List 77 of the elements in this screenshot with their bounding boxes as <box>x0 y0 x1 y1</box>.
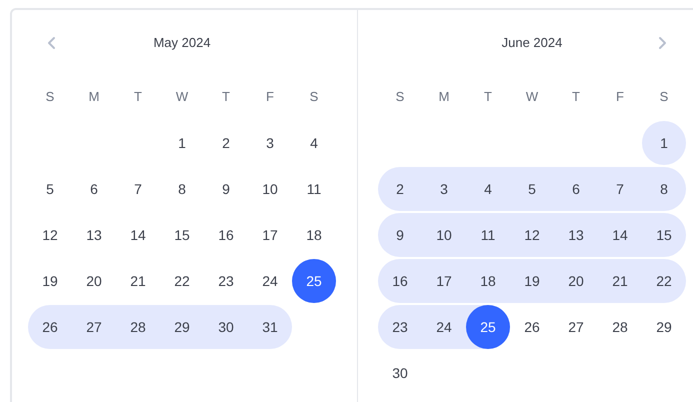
day-cell[interactable]: 16 <box>378 259 422 303</box>
day-cell[interactable]: 20 <box>554 259 598 303</box>
weekday-label: F <box>615 88 625 106</box>
day-cell[interactable]: 1 <box>642 121 686 165</box>
day-cell[interactable]: 1 <box>160 121 204 165</box>
day-cell[interactable]: 13 <box>554 213 598 257</box>
day-cell[interactable]: 21 <box>598 259 642 303</box>
day-cell[interactable]: 3 <box>422 167 466 211</box>
weekday-label: S <box>308 88 320 106</box>
day-cell[interactable]: 30 <box>378 351 422 395</box>
day-cell[interactable]: 14 <box>116 213 160 257</box>
day-cell[interactable]: 26 <box>510 305 554 349</box>
weekday-label: M <box>438 88 450 106</box>
day-cell[interactable]: 14 <box>598 213 642 257</box>
day-cell[interactable]: 11 <box>466 213 510 257</box>
day-cell[interactable]: 8 <box>642 167 686 211</box>
day-cell[interactable]: 28 <box>116 305 160 349</box>
day-cell[interactable]: 22 <box>160 259 204 303</box>
day-cell[interactable]: 5 <box>510 167 554 211</box>
day-cell[interactable]: 18 <box>466 259 510 303</box>
day-cell[interactable]: 15 <box>642 213 686 257</box>
weekday-label: T <box>571 88 581 106</box>
day-cell[interactable]: 20 <box>72 259 116 303</box>
day-cell[interactable]: 23 <box>204 259 248 303</box>
day-cell[interactable]: 7 <box>116 167 160 211</box>
day-cell[interactable]: 13 <box>72 213 116 257</box>
weekday-label: W <box>174 88 190 106</box>
weekday-label: W <box>524 88 540 106</box>
day-cell[interactable]: 22 <box>642 259 686 303</box>
day-cell[interactable]: 10 <box>248 167 292 211</box>
day-cell[interactable]: 10 <box>422 213 466 257</box>
day-cell[interactable]: 12 <box>28 213 72 257</box>
day-cell[interactable]: 26 <box>28 305 72 349</box>
day-cell[interactable]: 30 <box>204 305 248 349</box>
weekday-label: S <box>44 88 56 106</box>
day-cell[interactable]: 9 <box>378 213 422 257</box>
day-cell[interactable]: 17 <box>422 259 466 303</box>
day-cell[interactable]: 2 <box>204 121 248 165</box>
weekday-label: F <box>265 88 275 106</box>
day-cell[interactable]: 29 <box>160 305 204 349</box>
weekday-label: T <box>221 88 231 106</box>
day-cell[interactable]: 4 <box>292 121 336 165</box>
day-cell[interactable]: 4 <box>466 167 510 211</box>
day-cell[interactable]: 8 <box>160 167 204 211</box>
day-cell[interactable]: 24 <box>248 259 292 303</box>
day-cell[interactable]: 28 <box>598 305 642 349</box>
day-cell[interactable]: 21 <box>116 259 160 303</box>
day-cell[interactable]: 19 <box>510 259 554 303</box>
day-cell[interactable]: 25 <box>292 259 336 303</box>
day-cell[interactable]: 7 <box>598 167 642 211</box>
day-cell[interactable]: 24 <box>422 305 466 349</box>
day-cell[interactable]: 27 <box>72 305 116 349</box>
day-cell[interactable]: 2 <box>378 167 422 211</box>
day-cell[interactable]: 23 <box>378 305 422 349</box>
month-title: May 2024 <box>153 34 211 52</box>
weekday-label: S <box>394 88 406 106</box>
day-cell[interactable]: 17 <box>248 213 292 257</box>
month-title: June 2024 <box>502 34 562 52</box>
day-cell[interactable]: 3 <box>248 121 292 165</box>
weekday-label: T <box>483 88 493 106</box>
day-cell[interactable]: 11 <box>292 167 336 211</box>
weekday-label: M <box>88 88 100 106</box>
day-cell[interactable]: 18 <box>292 213 336 257</box>
weekday-label: S <box>658 88 670 106</box>
day-cell[interactable]: 6 <box>554 167 598 211</box>
day-cell[interactable]: 25 <box>466 305 510 349</box>
day-cell[interactable]: 15 <box>160 213 204 257</box>
day-cell[interactable]: 27 <box>554 305 598 349</box>
day-cell[interactable]: 12 <box>510 213 554 257</box>
day-cell[interactable]: 31 <box>248 305 292 349</box>
day-cell[interactable]: 6 <box>72 167 116 211</box>
weekday-label: T <box>133 88 143 106</box>
day-cell[interactable]: 19 <box>28 259 72 303</box>
day-cell[interactable]: 16 <box>204 213 248 257</box>
day-cell[interactable]: 29 <box>642 305 686 349</box>
day-cell[interactable]: 5 <box>28 167 72 211</box>
day-cell[interactable]: 9 <box>204 167 248 211</box>
